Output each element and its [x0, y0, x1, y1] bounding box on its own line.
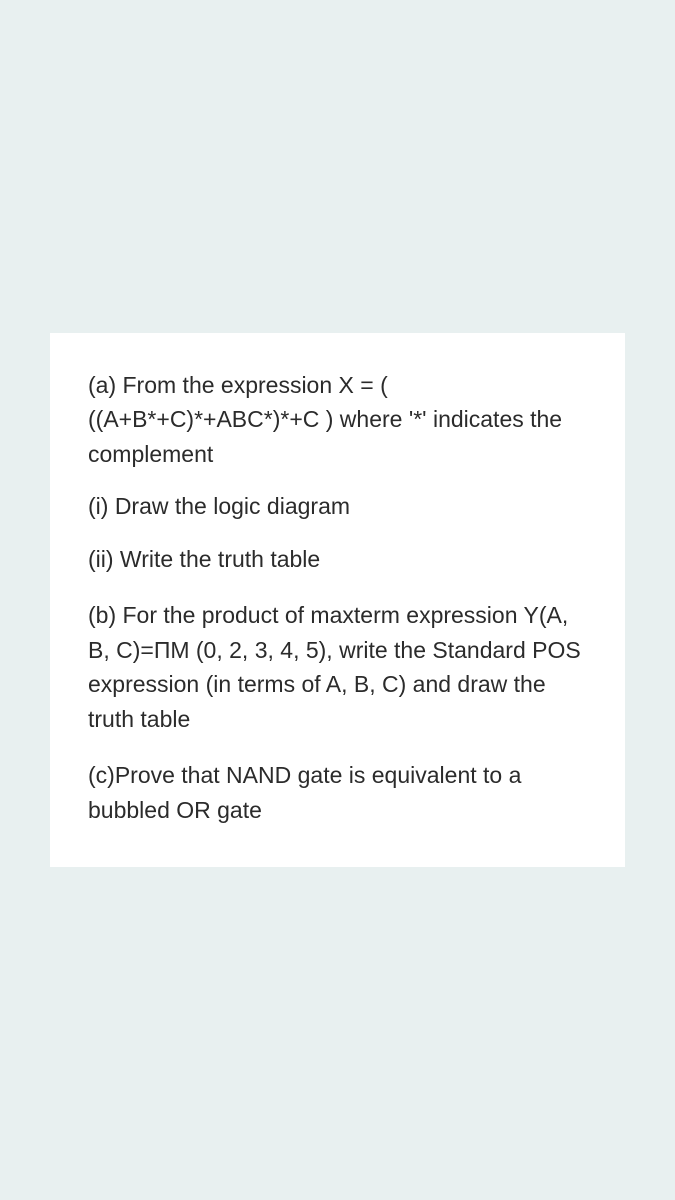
part-a-sub-ii: (ii) Write the truth table	[88, 542, 587, 577]
part-a-line2: ((A+B*+C)*+ABC*)*+C ) where '*' indicate…	[88, 406, 562, 467]
part-a-intro: (a) From the expression X = ( ((A+B*+C)*…	[88, 368, 587, 472]
part-b-text: (b) For the product of maxterm expressio…	[88, 598, 587, 736]
part-a-sub-i: (i) Draw the logic diagram	[88, 489, 587, 524]
part-c-text: (c)Prove that NAND gate is equivalent to…	[88, 758, 587, 827]
question-card: (a) From the expression X = ( ((A+B*+C)*…	[50, 333, 625, 868]
part-a-line1: (a) From the expression X = (	[88, 372, 388, 398]
